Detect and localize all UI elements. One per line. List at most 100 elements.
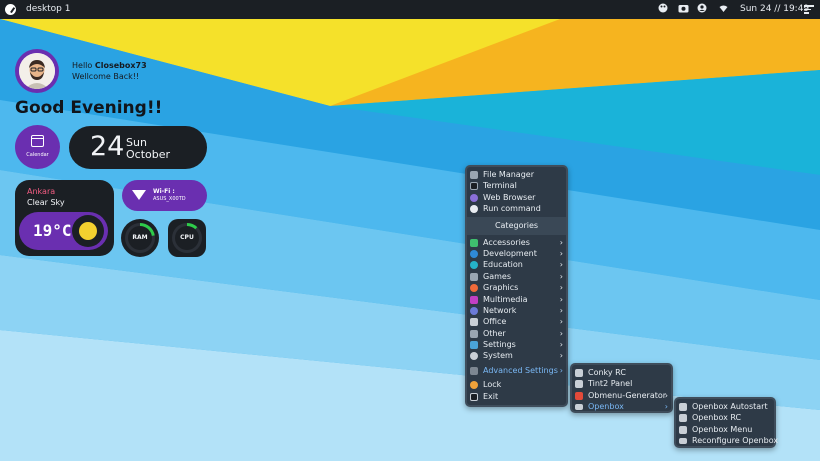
chevron-right-icon: › — [559, 260, 563, 270]
chevron-right-icon: › — [664, 402, 668, 412]
menu-item-terminal[interactable]: Terminal — [467, 180, 566, 191]
calendar-button[interactable]: Calendar — [15, 125, 60, 169]
menu-item-file-manager[interactable]: File Manager — [467, 169, 566, 180]
chevron-right-icon: › — [559, 294, 563, 304]
menu-item-multimedia[interactable]: Multimedia › — [467, 294, 566, 305]
workspace-label[interactable]: desktop 1 — [26, 4, 71, 14]
cpu-gauge: CPU — [168, 219, 206, 257]
file-icon — [575, 369, 583, 377]
run-icon — [470, 205, 478, 214]
chevron-right-icon: › — [559, 283, 563, 293]
settings-icon — [470, 341, 478, 350]
calendar-icon — [31, 135, 44, 147]
menu-item-openbox-rc[interactable]: Openbox RC — [676, 412, 774, 423]
launcher-logo-icon[interactable] — [5, 4, 16, 15]
menu-item-other[interactable]: Other › — [467, 328, 566, 339]
wifi-widget[interactable]: Wi-Fi : ASUS_X00TD — [122, 180, 207, 211]
menu-item-tint2-panel[interactable]: Tint2 Panel — [572, 378, 671, 389]
menu-item-obmenu-generator[interactable]: Obmenu-Generator › — [572, 390, 671, 401]
temperature-pill: 19°C — [19, 212, 108, 250]
date-widget: 24 Sun October — [69, 126, 207, 169]
welcome-text: Hello Closebox73 Wellcome Back!! — [72, 60, 147, 82]
chevron-right-icon: › — [559, 351, 563, 361]
openbox-icon — [575, 404, 583, 411]
hamburger-menu-icon[interactable] — [804, 5, 814, 14]
temperature: 19°C — [33, 221, 72, 240]
accessories-icon — [470, 238, 478, 247]
other-icon — [470, 329, 478, 338]
chevron-right-icon: › — [664, 390, 668, 400]
chevron-right-icon: › — [559, 237, 563, 247]
username: Closebox73 — [94, 61, 147, 70]
welcome-back: Wellcome Back!! — [72, 72, 140, 81]
menu-item-network[interactable]: Network › — [467, 305, 566, 316]
menu-item-openbox-menu[interactable]: Openbox Menu — [676, 424, 774, 435]
file-icon — [679, 425, 687, 434]
terminal-icon — [470, 182, 478, 191]
chevron-right-icon: › — [559, 340, 563, 350]
chevron-right-icon: › — [559, 248, 563, 258]
menu-item-reconfigure-openbox[interactable]: Reconfigure Openbox — [676, 435, 778, 446]
menu-item-lock[interactable]: Lock — [467, 379, 566, 390]
menu-item-openbox-autostart[interactable]: Openbox Autostart — [676, 401, 774, 412]
wifi-ssid: ASUS_X00TD — [153, 196, 186, 202]
menu-item-run-command[interactable]: Run command — [467, 203, 566, 214]
chevron-right-icon: › — [559, 305, 563, 315]
menu-item-conky-rc[interactable]: Conky RC — [572, 367, 671, 378]
wifi-icon — [132, 190, 146, 200]
camera-icon[interactable] — [678, 3, 689, 13]
palette-icon[interactable] — [658, 3, 668, 13]
menu-item-advanced-settings[interactable]: Advanced Settings › — [467, 365, 566, 376]
menu-item-accessories[interactable]: Accessories › — [467, 237, 566, 248]
hello-prefix: Hello — [72, 61, 95, 70]
menu-item-development[interactable]: Development › — [467, 248, 566, 259]
file-icon — [679, 414, 687, 423]
menu-item-exit[interactable]: Exit — [467, 391, 566, 402]
network-icon[interactable] — [719, 3, 728, 13]
file-icon — [575, 380, 583, 389]
categories-header: Categories — [467, 216, 566, 235]
calendar-label: Calendar — [26, 152, 49, 158]
sun-icon — [72, 215, 104, 247]
graphics-icon — [470, 284, 478, 293]
openbox-submenu: Openbox Autostart Openbox RC Openbox Men… — [674, 397, 778, 448]
weather-widget: Ankara Clear Sky 19°C — [15, 180, 114, 256]
obmenu-icon — [575, 391, 583, 400]
menu-item-office[interactable]: Office › — [467, 316, 566, 327]
menu-item-education[interactable]: Education › — [467, 259, 566, 270]
weather-condition: Clear Sky — [27, 198, 65, 207]
file-icon — [679, 403, 687, 411]
chevron-right-icon: › — [559, 317, 563, 327]
games-icon — [470, 272, 478, 281]
menu-item-system[interactable]: System › — [467, 350, 566, 361]
chevron-right-icon: › — [559, 328, 563, 338]
user-icon[interactable] — [697, 3, 707, 13]
wifi-label: Wi-Fi : — [153, 188, 175, 195]
advanced-settings-submenu: Conky RC Tint2 Panel Obmenu-Generator › O… — [570, 363, 673, 413]
menu-item-graphics[interactable]: Graphics › — [467, 282, 566, 293]
globe-icon — [470, 193, 478, 202]
ram-label: RAM — [132, 234, 148, 241]
top-panel: desktop 1 Sun 24 // 19:49 — [0, 0, 820, 19]
network-category-icon — [470, 306, 478, 315]
menu-item-games[interactable]: Games › — [467, 271, 566, 282]
clock[interactable]: Sun 24 // 19:49 — [740, 4, 809, 14]
date-month: October — [126, 148, 171, 161]
root-menu: File Manager Terminal Web Browser Run co… — [465, 165, 568, 407]
weather-city: Ankara — [27, 187, 56, 196]
menu-item-settings[interactable]: Settings › — [467, 339, 566, 350]
user-avatar-icon — [19, 53, 55, 89]
system-icon — [470, 352, 478, 361]
menu-item-openbox[interactable]: Openbox › — [572, 401, 671, 412]
office-icon — [470, 318, 478, 327]
exit-icon — [470, 392, 478, 401]
date-day: 24 — [90, 131, 125, 162]
cpu-label: CPU — [180, 234, 194, 241]
greeting: Good Evening!! — [15, 98, 163, 118]
ram-gauge: RAM — [121, 219, 159, 257]
avatar — [15, 49, 59, 93]
lock-icon — [470, 381, 478, 390]
folder-icon — [470, 171, 478, 179]
advanced-settings-icon — [470, 366, 478, 375]
menu-item-web-browser[interactable]: Web Browser — [467, 192, 566, 203]
